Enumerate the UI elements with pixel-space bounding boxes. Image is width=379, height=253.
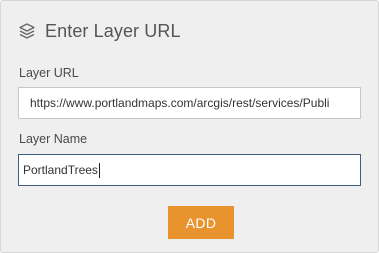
layer-url-label: Layer URL [19,66,79,80]
text-caret [98,162,100,178]
panel-header: Enter Layer URL [18,19,181,43]
layer-url-value: https://www.portlandmaps.com/arcgis/rest… [30,96,330,110]
add-button[interactable]: ADD [168,206,234,239]
layers-icon [18,22,36,40]
layer-url-input[interactable]: https://www.portlandmaps.com/arcgis/rest… [18,87,361,119]
layer-name-input[interactable]: PortlandTrees [18,154,361,186]
layer-name-label: Layer Name [19,132,88,146]
panel-title: Enter Layer URL [45,20,181,41]
layer-name-value: PortlandTrees [23,163,98,177]
enter-layer-url-panel: Enter Layer URL Layer URL https://www.po… [0,0,379,253]
